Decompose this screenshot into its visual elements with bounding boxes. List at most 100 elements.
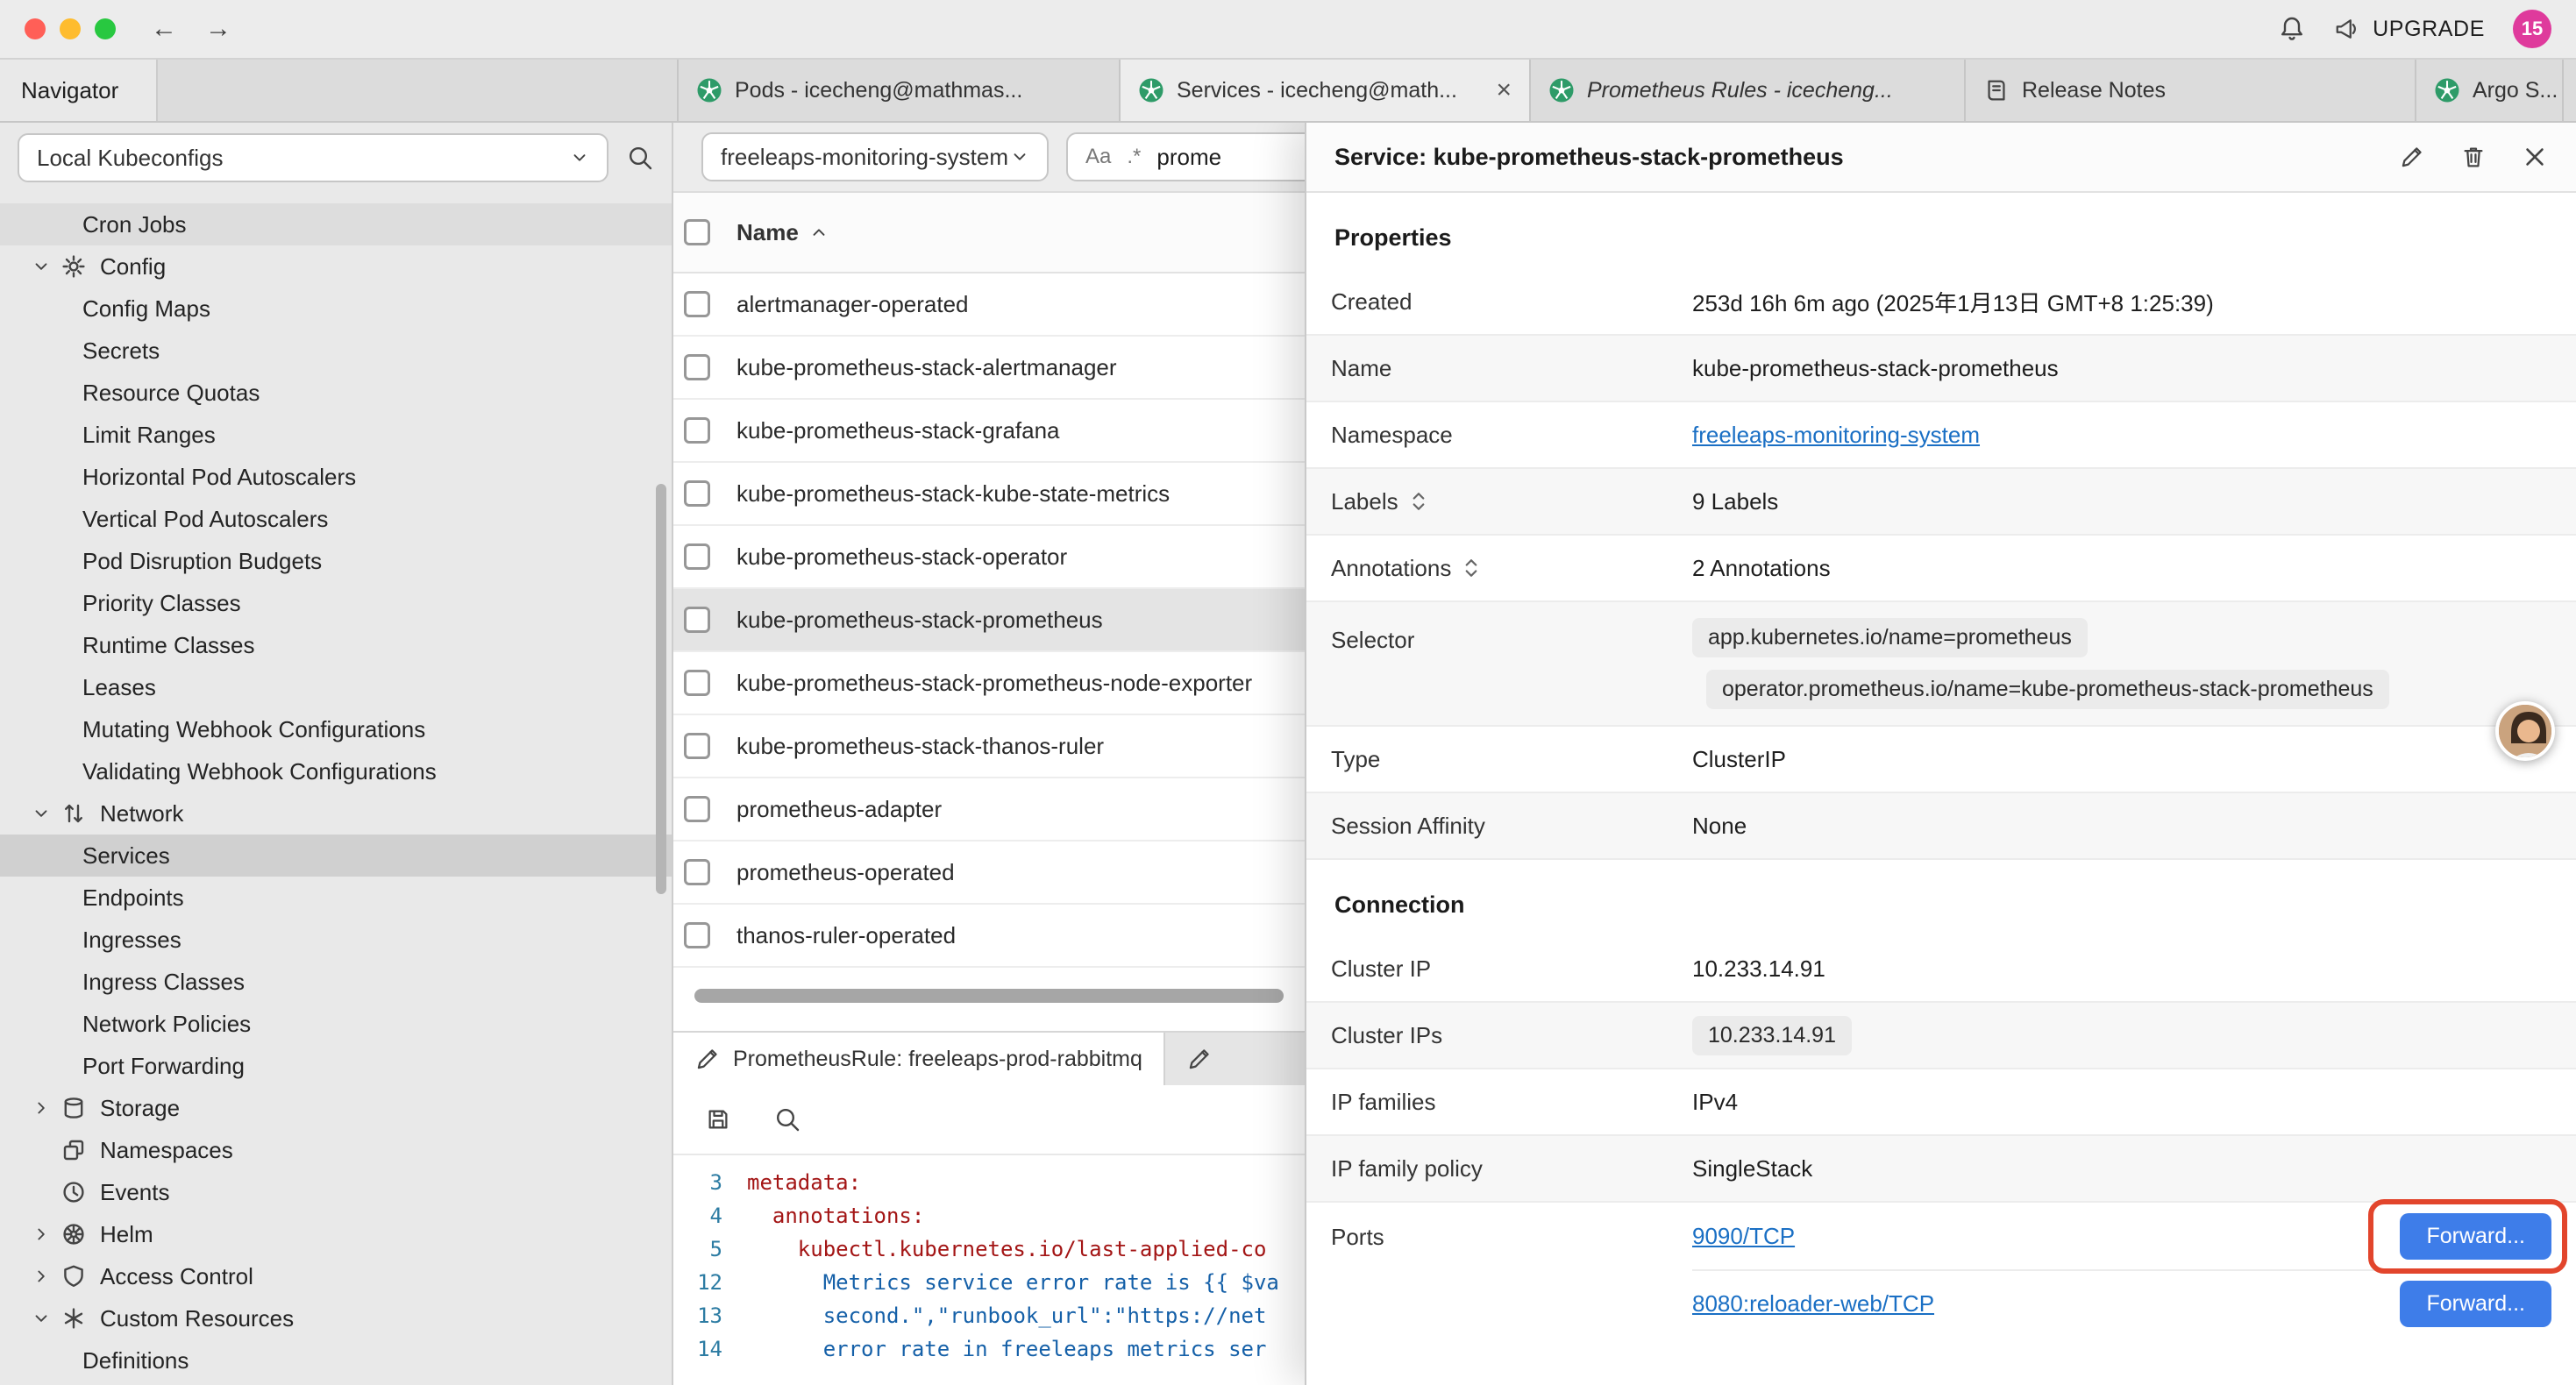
sidebar-item-port-forwarding[interactable]: Port Forwarding	[0, 1045, 672, 1087]
row-checkbox[interactable]	[684, 543, 710, 570]
traffic-lights	[25, 18, 116, 39]
sidebar-item-definitions[interactable]: Definitions	[0, 1339, 672, 1381]
row-checkbox[interactable]	[684, 859, 710, 885]
port-link[interactable]: 9090/TCP	[1692, 1223, 1795, 1250]
sidebar-item-resource-quotas[interactable]: Resource Quotas	[0, 372, 672, 414]
notification-badge[interactable]: 15	[2513, 10, 2551, 48]
back-button[interactable]: ←	[151, 14, 177, 44]
sidebar-scrollbar-thumb[interactable]	[656, 484, 666, 894]
detail-row-annotations: Annotations2 Annotations	[1306, 536, 2576, 602]
row-checkbox[interactable]	[684, 796, 710, 822]
column-header-name[interactable]: Name	[737, 219, 829, 246]
user-avatar[interactable]	[2495, 701, 2555, 761]
row-checkbox[interactable]	[684, 480, 710, 507]
close-window-button[interactable]	[25, 18, 46, 39]
detail-label: Name	[1331, 355, 1692, 382]
sidebar-item-limit-ranges[interactable]: Limit Ranges	[0, 414, 672, 456]
search-icon[interactable]	[773, 1105, 801, 1133]
detail-value: 253d 16h 6m ago (2025年1月13日 GMT+8 1:25:3…	[1692, 286, 2214, 318]
forward-button-wrap: Forward...	[2400, 1281, 2551, 1327]
row-checkbox[interactable]	[684, 922, 710, 948]
expand-collapse-icon[interactable]	[1463, 556, 1479, 580]
sidebar-item-events[interactable]: Events	[0, 1171, 672, 1213]
save-icon[interactable]	[705, 1106, 731, 1133]
code-text: second.","runbook_url":"https://net	[747, 1299, 1266, 1332]
kubeconfig-select[interactable]: Local Kubeconfigs	[18, 133, 608, 182]
row-checkbox[interactable]	[684, 354, 710, 380]
kubernetes-cluster-icon	[1138, 77, 1164, 103]
navigator-panel-tab[interactable]: Navigator	[0, 60, 158, 121]
sidebar-item-cron-jobs[interactable]: Cron Jobs	[0, 203, 672, 245]
edit-button[interactable]	[2399, 144, 2425, 170]
sidebar-item-access-control[interactable]: Access Control	[0, 1255, 672, 1297]
forward-button[interactable]: →	[205, 14, 231, 44]
sidebar-item-vertical-pod-autoscalers[interactable]: Vertical Pod Autoscalers	[0, 498, 672, 540]
sidebar-item-horizontal-pod-autoscalers[interactable]: Horizontal Pod Autoscalers	[0, 456, 672, 498]
line-number: 12	[673, 1266, 747, 1299]
sidebar-item-endpoints[interactable]: Endpoints	[0, 877, 672, 919]
editor-tab-label: PrometheusRule: freeleaps-prod-rabbitmq	[733, 1047, 1142, 1072]
forward-button[interactable]: Forward...	[2400, 1281, 2551, 1327]
detail-label: Namespace	[1331, 422, 1692, 449]
tab-label: Pods - icecheng@mathmas...	[735, 78, 1022, 103]
pencil-icon	[1186, 1046, 1213, 1072]
sidebar-item-services[interactable]: Services	[0, 835, 672, 877]
row-checkbox[interactable]	[684, 670, 710, 696]
regex-toggle[interactable]: .*	[1127, 145, 1141, 169]
delete-button[interactable]	[2460, 144, 2487, 170]
chevron-right-icon[interactable]	[32, 1267, 61, 1286]
expand-collapse-icon[interactable]	[1411, 489, 1427, 514]
sidebar-item-network-policies[interactable]: Network Policies	[0, 1003, 672, 1045]
sidebar-item-label: Port Forwarding	[82, 1053, 245, 1080]
editor-tab-1[interactable]: PrometheusRule: freeleaps-prod-rabbitmq	[673, 1033, 1165, 1085]
row-checkbox[interactable]	[684, 607, 710, 633]
sidebar-item-leases[interactable]: Leases	[0, 666, 672, 708]
zoom-window-button[interactable]	[95, 18, 116, 39]
match-case-toggle[interactable]: Aa	[1085, 145, 1111, 169]
sidebar-item-config-maps[interactable]: Config Maps	[0, 288, 672, 330]
row-checkbox[interactable]	[684, 417, 710, 444]
sidebar-search-icon[interactable]	[626, 144, 654, 172]
search-query-text: prome	[1156, 144, 1221, 171]
namespace-link[interactable]: freeleaps-monitoring-system	[1692, 422, 1980, 449]
sidebar-item-validating-webhook-configurations[interactable]: Validating Webhook Configurations	[0, 750, 672, 792]
row-checkbox[interactable]	[684, 733, 710, 759]
network-icon	[61, 801, 100, 826]
sidebar-item-pod-disruption-budgets[interactable]: Pod Disruption Budgets	[0, 540, 672, 582]
row-checkbox[interactable]	[684, 291, 710, 317]
port-link[interactable]: 8080:reloader-web/TCP	[1692, 1290, 1934, 1318]
chevron-right-icon[interactable]	[32, 1225, 61, 1244]
sidebar-item-network[interactable]: Network	[0, 792, 672, 835]
select-all-checkbox[interactable]	[684, 219, 710, 245]
chevron-down-icon[interactable]	[32, 804, 61, 823]
chevron-right-icon[interactable]	[32, 1098, 61, 1118]
detail-drawer: Service: kube-prometheus-stack-prometheu…	[1305, 123, 2576, 1385]
sidebar-item-namespaces[interactable]: Namespaces	[0, 1129, 672, 1171]
namespace-filter-select[interactable]: freeleaps-monitoring-system	[701, 132, 1049, 181]
detail-row-ip-families: IP familiesIPv4	[1306, 1069, 2576, 1136]
sidebar-item-ingresses[interactable]: Ingresses	[0, 919, 672, 961]
chevron-down-icon[interactable]	[32, 257, 61, 276]
close-drawer-button[interactable]	[2522, 144, 2548, 170]
minimize-window-button[interactable]	[60, 18, 81, 39]
sidebar-item-ingress-classes[interactable]: Ingress Classes	[0, 961, 672, 1003]
tab-2[interactable]: Services - icecheng@math...×	[1121, 60, 1531, 121]
forward-button[interactable]: Forward...	[2400, 1213, 2551, 1260]
bell-icon[interactable]	[2278, 15, 2306, 43]
sidebar-item-secrets[interactable]: Secrets	[0, 330, 672, 372]
sidebar-item-priority-classes[interactable]: Priority Classes	[0, 582, 672, 624]
sidebar-item-custom-resources[interactable]: Custom Resources	[0, 1297, 672, 1339]
horizontal-scrollbar-thumb[interactable]	[694, 989, 1284, 1003]
sidebar-item-storage[interactable]: Storage	[0, 1087, 672, 1129]
sidebar-item-runtime-classes[interactable]: Runtime Classes	[0, 624, 672, 666]
tab-close-icon[interactable]: ×	[1482, 75, 1512, 105]
tab-3[interactable]: Prometheus Rules - icecheng...	[1531, 60, 1966, 121]
tab-4[interactable]: Release Notes	[1966, 60, 2416, 121]
tab-5[interactable]: Argo S...	[2416, 60, 2564, 121]
sidebar-item-helm[interactable]: Helm	[0, 1213, 672, 1255]
sidebar-item-config[interactable]: Config	[0, 245, 672, 288]
sidebar-item-mutating-webhook-configurations[interactable]: Mutating Webhook Configurations	[0, 708, 672, 750]
upgrade-button[interactable]: UPGRADE	[2334, 16, 2485, 42]
chevron-down-icon[interactable]	[32, 1309, 61, 1328]
tab-1[interactable]: Pods - icecheng@mathmas...	[677, 60, 1121, 121]
